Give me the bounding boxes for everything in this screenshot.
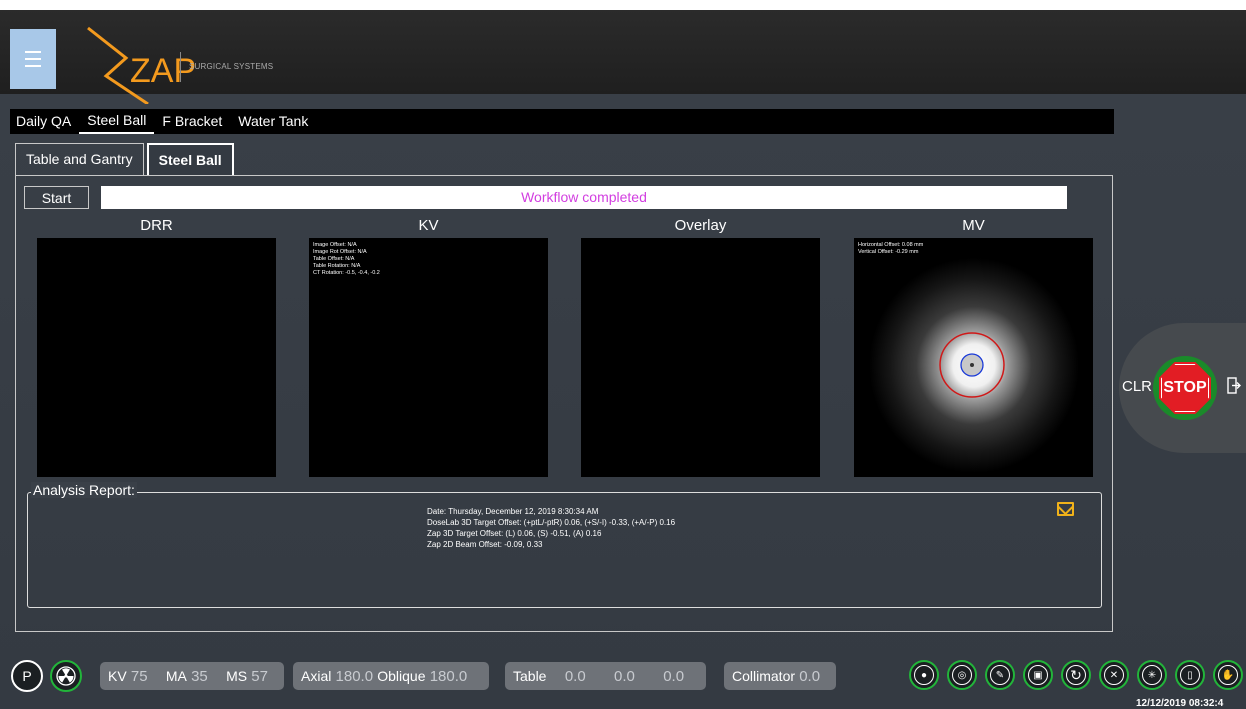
kv-label: KV <box>108 668 127 684</box>
report-line: Zap 3D Target Offset: (L) 0.06, (S) -0.5… <box>427 529 602 538</box>
mail-icon[interactable] <box>1057 502 1074 516</box>
exit-icon[interactable] <box>1227 377 1241 394</box>
p-button[interactable]: P <box>11 660 43 692</box>
clr-button[interactable]: CLR <box>1122 378 1152 395</box>
radiation-button[interactable] <box>50 660 82 692</box>
door-button[interactable]: ▯ <box>1175 660 1205 690</box>
mv-beam-image <box>869 258 1079 473</box>
oblique-label: Oblique <box>377 668 426 684</box>
oblique-value: 180.0 <box>429 668 468 685</box>
p-label: P <box>22 668 32 684</box>
collimator-label: Collimator <box>732 668 796 684</box>
table-value-x: 0.0 <box>564 668 586 685</box>
hamburger-menu-button[interactable] <box>10 29 56 89</box>
door-icon: ▯ <box>1180 665 1200 685</box>
gantry-readout: Axial 180.0 Oblique 180.0 <box>293 662 489 690</box>
logo-divider <box>180 52 181 82</box>
ma-value: 35 <box>191 668 208 685</box>
kv-line: Image Offset: N/A <box>313 242 357 248</box>
zap-logo: ZAP <box>87 26 196 104</box>
satellite-icon: ✕ <box>1104 665 1124 685</box>
tab-daily-qa[interactable]: Daily QA <box>10 109 79 134</box>
overlay-title: Overlay <box>674 217 727 234</box>
tab-steel-ball[interactable]: Steel Ball <box>79 109 155 134</box>
sub-tab-bar: Table and Gantry Steel Ball <box>15 143 237 176</box>
kv-line: Table Offset: N/A <box>313 256 355 262</box>
refresh-icon: ↻ <box>1066 665 1086 685</box>
stop-button[interactable]: STOP <box>1153 356 1217 420</box>
kv-line: Table Rotation: N/A <box>313 263 361 269</box>
stop-label: STOP <box>1161 364 1209 412</box>
hand-icon: ✋ <box>1218 665 1238 685</box>
target-icon: ◎ <box>952 665 972 685</box>
kv-value: 75 <box>130 668 148 685</box>
timestamp: 12/12/2019 08:32:4 <box>1136 698 1224 709</box>
ms-label: MS <box>226 668 248 684</box>
refresh-button[interactable]: ↻ <box>1061 660 1091 690</box>
axial-value: 180.0 <box>335 668 374 685</box>
analysis-report-label: Analysis Report: <box>31 482 137 498</box>
kv-overlay-text: Image Offset: N/A Image Rot Offset: N/A … <box>313 242 380 277</box>
camera-button[interactable]: ▣ <box>1023 660 1053 690</box>
collimator-value: 0.0 <box>799 668 821 685</box>
mv-overlay-text: Horizontal Offset: 0.08 mm Vertical Offs… <box>858 242 923 256</box>
tab-f-bracket[interactable]: F Bracket <box>154 109 230 134</box>
mv-image-view[interactable]: Horizontal Offset: 0.08 mm Vertical Offs… <box>854 238 1093 477</box>
mv-line: Vertical Offset: -0.29 mm <box>858 249 919 255</box>
head-button[interactable]: ● <box>909 660 939 690</box>
ms-value: 57 <box>251 668 268 685</box>
kv-line: CT Rotation: -0.5, -0.4, -0.2 <box>313 270 380 276</box>
kv-title: KV <box>418 217 439 234</box>
target-button[interactable]: ◎ <box>947 660 977 690</box>
drr-title: DRR <box>140 217 173 234</box>
report-line: Date: Thursday, December 12, 2019 8:30:3… <box>427 507 599 516</box>
camera-icon: ▣ <box>1028 665 1048 685</box>
head-icon: ● <box>914 665 934 685</box>
pen-icon: ✎ <box>990 665 1010 685</box>
collimator-readout: Collimator 0.0 <box>724 662 836 690</box>
ma-label: MA <box>165 668 187 684</box>
analysis-report-text: Date: Thursday, December 12, 2019 8:30:3… <box>427 506 675 550</box>
mv-line: Horizontal Offset: 0.08 mm <box>858 242 924 248</box>
mv-title: MV <box>962 217 985 234</box>
start-button[interactable]: Start <box>24 186 89 209</box>
table-value-y: 0.0 <box>614 668 635 685</box>
radiation-icon <box>56 666 76 686</box>
top-strip <box>0 0 1246 10</box>
subtab-steel-ball[interactable]: Steel Ball <box>146 143 234 176</box>
workflow-status: Workflow completed <box>101 186 1067 209</box>
overlay-image-view[interactable] <box>581 238 820 477</box>
exposure-readout: KV 75 MA 35 MS 57 <box>100 662 284 690</box>
main-tab-bar: Daily QA Steel Ball F Bracket Water Tank <box>10 109 1114 134</box>
satellite-button[interactable]: ✕ <box>1099 660 1129 690</box>
tab-water-tank[interactable]: Water Tank <box>230 109 316 134</box>
table-readout: Table 0.0 0.0 0.0 <box>505 662 706 690</box>
logo-subtitle: SURGICAL SYSTEMS <box>189 62 274 71</box>
kv-image-view[interactable]: Image Offset: N/A Image Rot Offset: N/A … <box>309 238 548 477</box>
table-value-z: 0.0 <box>663 668 685 685</box>
hand-button[interactable]: ✋ <box>1213 660 1243 690</box>
subtab-table-and-gantry[interactable]: Table and Gantry <box>15 143 144 176</box>
pen-button[interactable]: ✎ <box>985 660 1015 690</box>
stop-sign-icon: STOP <box>1159 362 1211 414</box>
app-header: ZAP SURGICAL SYSTEMS <box>0 10 1246 104</box>
table-label: Table <box>513 668 547 684</box>
crosshair-button[interactable]: ✳ <box>1137 660 1167 690</box>
crosshair-icon: ✳ <box>1142 665 1162 685</box>
menu-line-icon <box>25 65 41 67</box>
menu-line-icon <box>25 58 41 60</box>
report-line: DoseLab 3D Target Offset: (+ptL/-ptR) 0.… <box>427 518 676 527</box>
svg-text:ZAP: ZAP <box>130 52 196 90</box>
report-line: Zap 2D Beam Offset: -0.09, 0.33 <box>427 540 543 549</box>
drr-image-view[interactable] <box>37 238 276 477</box>
axial-label: Axial <box>301 668 332 684</box>
kv-line: Image Rot Offset: N/A <box>313 249 367 255</box>
menu-line-icon <box>25 51 41 53</box>
